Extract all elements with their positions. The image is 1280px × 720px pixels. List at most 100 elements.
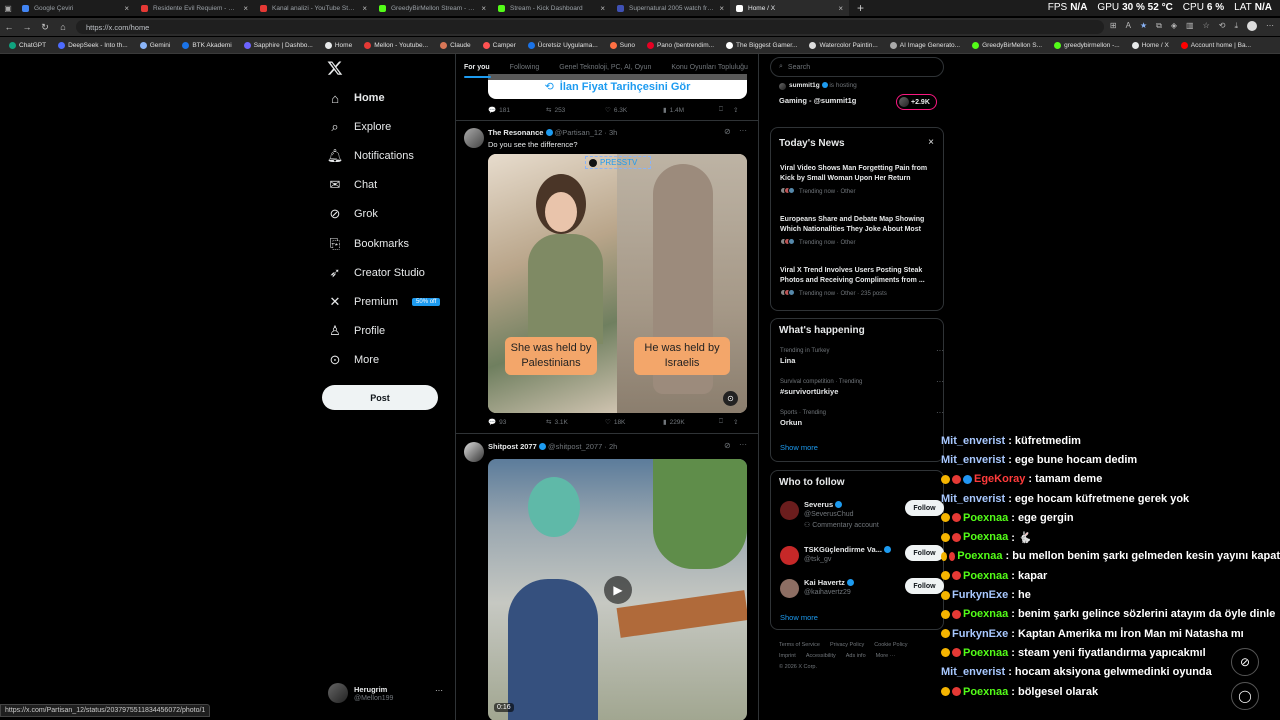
share-icon[interactable]: ⇪ bbox=[733, 418, 738, 426]
live-listeners[interactable]: +2.9K bbox=[896, 94, 937, 110]
browser-tab[interactable]: Home / X × bbox=[730, 0, 849, 16]
browser-tab[interactable]: Google Çeviri × bbox=[16, 0, 135, 16]
tweet-time[interactable]: 2h bbox=[609, 442, 617, 451]
play-button[interactable]: ▶ bbox=[604, 576, 632, 604]
bookmark-item[interactable]: DeepSeek - Into th... bbox=[53, 41, 133, 49]
author-name[interactable]: Shitpost 2077 bbox=[488, 442, 537, 451]
split-icon[interactable]: ▥ bbox=[1186, 21, 1194, 31]
footer-link[interactable]: Imprint bbox=[779, 653, 796, 659]
back-icon[interactable]: ← bbox=[0, 22, 18, 32]
profile-avatar[interactable] bbox=[1247, 21, 1257, 31]
tweet[interactable]: Shitpost 2077 @shitpost_2077 · 2h ⊘ ··· … bbox=[456, 434, 758, 720]
tab-close-icon[interactable]: × bbox=[600, 4, 605, 13]
account-switcher[interactable]: Herugrim @Mellon199 ··· bbox=[328, 683, 443, 703]
grok-icon[interactable]: ⊘ bbox=[724, 441, 731, 450]
nav-item-more[interactable]: ⊙ More bbox=[328, 350, 380, 370]
author-handle[interactable]: @Partisan_12 bbox=[555, 128, 603, 137]
news-item[interactable]: Viral X Trend Involves Users Posting Ste… bbox=[780, 266, 940, 298]
address-bar[interactable]: https://x.com/home bbox=[76, 20, 1104, 34]
reload-icon[interactable]: ↻ bbox=[36, 22, 54, 33]
bookmark-item[interactable]: greedybirmellon -... bbox=[1049, 41, 1125, 49]
chat-username[interactable]: EgeKoray bbox=[974, 473, 1025, 485]
bookmark-item[interactable]: Home / X bbox=[1127, 41, 1174, 49]
tab-list-games[interactable]: Konu Oyunları Topluluğu bbox=[671, 64, 748, 71]
footer-link[interactable]: Accessibility bbox=[806, 653, 836, 659]
bookmark-item[interactable]: Mellon - Youtube... bbox=[359, 41, 433, 49]
footer-link[interactable]: More ··· bbox=[876, 653, 896, 659]
browser-menu-icon[interactable]: ⋯ bbox=[1266, 21, 1274, 31]
follow-suggestion[interactable]: Kai Havertz @kaihavertz29 Follow bbox=[780, 578, 944, 608]
shield-icon[interactable]: ◈ bbox=[1171, 21, 1177, 31]
avatar[interactable] bbox=[780, 501, 799, 520]
new-tab-button[interactable]: + bbox=[849, 1, 872, 15]
x-logo-icon[interactable] bbox=[327, 60, 343, 76]
install-icon[interactable]: ⊞ bbox=[1110, 21, 1117, 31]
post-button[interactable]: Post bbox=[322, 385, 438, 410]
chat-username[interactable]: Mit_enverist bbox=[941, 493, 1005, 505]
nav-item-explore[interactable]: ⌕ Explore bbox=[328, 117, 391, 137]
avatar[interactable] bbox=[780, 579, 799, 598]
author-handle[interactable]: @shitpost_2077 bbox=[548, 442, 602, 451]
tab-close-icon[interactable]: × bbox=[481, 4, 486, 13]
bookmark-item[interactable]: Account home | Ba... bbox=[1176, 41, 1256, 49]
repost-button[interactable]: ⇆ 3.1K bbox=[546, 418, 605, 427]
views-button[interactable]: ▮ 1.4M bbox=[663, 106, 719, 115]
forward-icon[interactable]: → bbox=[18, 22, 36, 32]
chat-username[interactable]: Poexnaa bbox=[963, 608, 1008, 620]
chat-username[interactable]: Mit_enverist bbox=[941, 454, 1005, 466]
tab-list-tech[interactable]: Genel Teknoloji, PC, AI, Oyun bbox=[559, 64, 651, 71]
tab-close-icon[interactable]: × bbox=[838, 4, 843, 13]
extensions-icon[interactable]: ⧉ bbox=[1156, 21, 1162, 31]
follow-suggestion[interactable]: Severus @SeverusChud ⚇ Commentary account… bbox=[780, 500, 944, 530]
author-name[interactable]: The Resonance bbox=[488, 128, 543, 137]
account-more-icon[interactable]: ··· bbox=[435, 686, 443, 695]
bookmark-item[interactable]: AI Image Generato... bbox=[885, 41, 965, 49]
home-page-icon[interactable]: ⌂ bbox=[54, 22, 72, 32]
browser-tab[interactable]: Residente Evil Requiem - Bölüm 5 × bbox=[135, 0, 254, 16]
news-item[interactable]: Europeans Share and Debate Map Showing W… bbox=[780, 215, 940, 247]
bookmark-item[interactable]: Home bbox=[320, 41, 357, 49]
chat-username[interactable]: Poexnaa bbox=[963, 512, 1008, 524]
trend-more-icon[interactable]: ··· bbox=[936, 408, 944, 417]
trend-more-icon[interactable]: ··· bbox=[936, 346, 944, 355]
bookmark-item[interactable]: Sapphire | Dashbo... bbox=[239, 41, 318, 49]
tab-close-icon[interactable]: × bbox=[719, 4, 724, 13]
tab-close-icon[interactable]: × bbox=[362, 4, 367, 13]
trend-item[interactable]: Sports · Trending Orkun ··· bbox=[780, 408, 944, 427]
tweet-image[interactable]: PRESSTV She was held by Palestinians He … bbox=[488, 154, 747, 413]
bookmark-item[interactable]: Gemini bbox=[135, 41, 176, 49]
nav-item-notifications[interactable]: 🔔︎ Notifications bbox=[327, 146, 414, 166]
trend-item[interactable]: Trending in Turkey Lina ··· bbox=[780, 346, 944, 365]
tab-close-icon[interactable]: × bbox=[124, 4, 129, 13]
tab-close-icon[interactable]: × bbox=[243, 4, 248, 13]
like-button[interactable]: ♡ 6.3K bbox=[605, 106, 663, 115]
browser-tab[interactable]: Supernatural 2005 watch free - 1x × bbox=[611, 0, 730, 16]
trend-item[interactable]: Survival competition · Trending #survivor… bbox=[780, 377, 944, 396]
footer-link[interactable]: Terms of Service bbox=[779, 642, 820, 648]
history-icon[interactable]: ⟲ bbox=[1219, 21, 1226, 31]
bookmark-item[interactable]: ChatGPT bbox=[4, 41, 51, 49]
reply-button[interactable]: 💬 181 bbox=[488, 106, 546, 115]
follow-suggestion[interactable]: TSKGüçlendirme Va... @tsk_gv Follow bbox=[780, 545, 944, 575]
browser-tab[interactable]: GreedyBirMellon Stream - Watch × bbox=[373, 0, 492, 16]
bookmark-item[interactable]: Claude bbox=[435, 41, 476, 49]
chat-username[interactable]: Mit_enverist bbox=[941, 435, 1005, 447]
follow-button[interactable]: Follow bbox=[905, 545, 944, 561]
news-item[interactable]: Viral Video Shows Man Forgetting Pain fr… bbox=[780, 164, 940, 196]
browser-tab[interactable]: Kanal analizi - YouTube Studio × bbox=[254, 0, 373, 16]
follow-button[interactable]: Follow bbox=[905, 500, 944, 516]
chat-username[interactable]: Poexnaa bbox=[963, 686, 1008, 698]
tweet[interactable]: The Resonance @Partisan_12 · 3h ⊘ ··· Do… bbox=[456, 121, 758, 433]
bookmark-item[interactable]: GreedyBirMellon S... bbox=[967, 41, 1047, 49]
tweet-video[interactable]: ▶ 0:16 bbox=[488, 459, 747, 720]
browser-tab[interactable]: Stream - Kick Dashboard × bbox=[492, 0, 611, 16]
bookmark-item[interactable]: Ücretsiz Uygulama... bbox=[523, 41, 603, 49]
avatar[interactable] bbox=[464, 442, 484, 462]
chat-username[interactable]: Poexnaa bbox=[963, 570, 1008, 582]
favorites-icon[interactable]: ☆ bbox=[1203, 21, 1210, 31]
grok-icon[interactable]: ⊘ bbox=[724, 127, 731, 136]
chat-username[interactable]: FurkynExe bbox=[952, 628, 1008, 640]
nav-item-chat[interactable]: ✉ Chat bbox=[328, 175, 378, 195]
tweet-more-icon[interactable]: ··· bbox=[739, 126, 747, 135]
tweet-time[interactable]: 3h bbox=[609, 128, 617, 137]
